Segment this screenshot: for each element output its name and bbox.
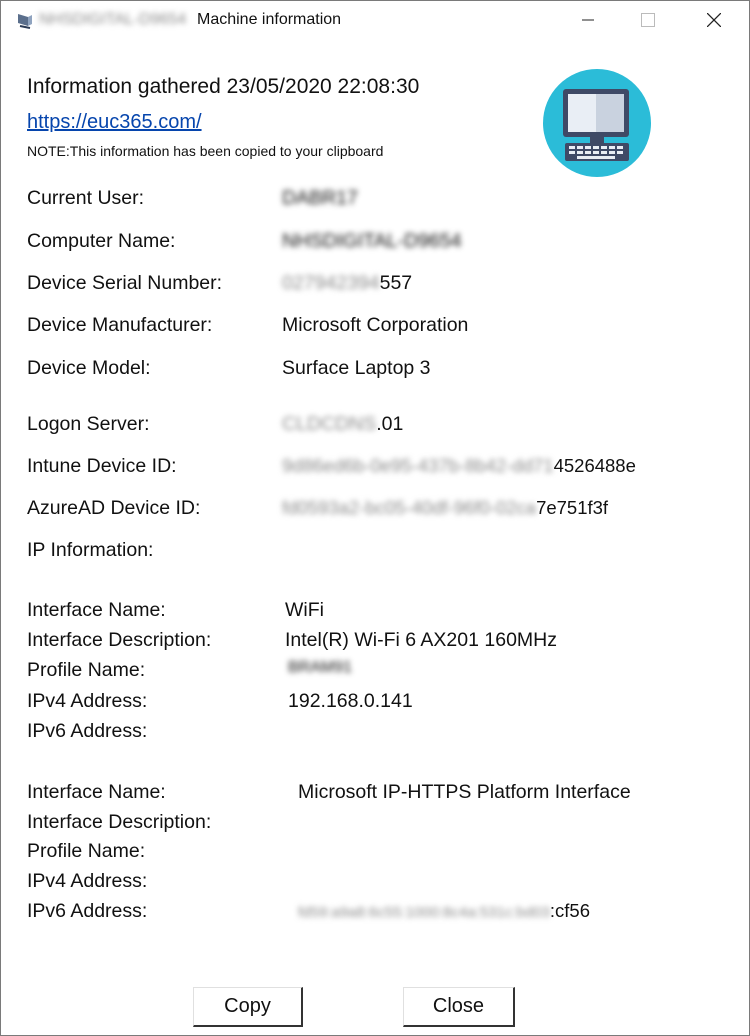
intune-device-id-visible-part: 4526488e <box>553 455 636 476</box>
serial-number-hidden-part: 027942394 <box>282 272 380 294</box>
azuread-device-id-hidden-part: fd0593a2-bc05-40df-96f0-02ca <box>282 497 537 518</box>
interface-1-description-value: Intel(R) Wi-Fi 6 AX201 160MHz <box>285 629 558 651</box>
azuread-device-id-label: AzureAD Device ID: <box>27 497 201 519</box>
current-user-label: Current User: <box>27 187 145 209</box>
interface-1-name-label: Interface Name: <box>27 599 166 621</box>
computer-name-label: Computer Name: <box>27 230 176 252</box>
intune-device-id-hidden-part: 9d86ed6b-0e95-437b-8b42-dd71 <box>282 455 554 476</box>
close-window-button[interactable] <box>691 1 737 39</box>
window-title-computer-name: NHSDIGITAL-D9654 <box>39 11 187 28</box>
serial-number-label: Device Serial Number: <box>27 272 223 294</box>
minimize-icon <box>582 19 594 21</box>
interface-1-ipv4-value: 192.168.0.141 <box>288 690 413 712</box>
interface-2-name-value: Microsoft IP-HTTPS Platform Interface <box>298 781 631 803</box>
logon-server-visible-part: .01 <box>376 413 404 435</box>
interface-2-ipv6-visible-part: :cf56 <box>549 900 590 921</box>
window-title: Machine information <box>197 11 342 28</box>
logon-server-label: Logon Server: <box>27 413 150 435</box>
current-user-value: DABR17 <box>282 187 358 209</box>
interface-2-ipv6-hidden-part: fd59:a9a8:6c55:1000:8c4a:531c:bd03 <box>298 904 550 921</box>
clipboard-note: NOTE:This information has been copied to… <box>27 143 384 159</box>
euc365-link[interactable]: https://euc365.com/ <box>27 111 202 134</box>
gathered-timestamp: Information gathered 23/05/2020 22:08:30 <box>27 75 420 98</box>
dialog-content: Information gathered 23/05/2020 22:08:30… <box>1 39 749 1035</box>
close-icon <box>707 13 721 27</box>
computer-name-value: NHSDIGITAL-D9654 <box>282 230 462 252</box>
serial-number-visible-part: 557 <box>379 272 413 294</box>
interface-2-profile-label: Profile Name: <box>27 840 146 862</box>
interface-2-description-label: Interface Description: <box>27 811 212 833</box>
interface-1-profile-label: Profile Name: <box>27 659 146 681</box>
interface-1-description-label: Interface Description: <box>27 629 212 651</box>
logon-server-value: CLDCDNS.01 <box>282 413 403 436</box>
maximize-button[interactable] <box>625 1 671 39</box>
manufacturer-label: Device Manufacturer: <box>27 314 213 336</box>
interface-2-name-label: Interface Name: <box>27 781 166 803</box>
device-model-value: Surface Laptop 3 <box>282 357 431 379</box>
interface-2-ipv6-value: fd59:a9a8:6c55:1000:8c4a:531c:bd03:cf56 <box>298 900 590 922</box>
computer-icon <box>543 69 651 177</box>
manufacturer-value: Microsoft Corporation <box>282 314 469 336</box>
logon-server-hidden-part: CLDCDNS <box>282 413 377 435</box>
interface-1-name-value: WiFi <box>285 599 324 621</box>
intune-device-id-label: Intune Device ID: <box>27 455 177 477</box>
azuread-device-id-value: fd0593a2-bc05-40df-96f0-02ca7e751f3f <box>282 497 608 519</box>
ip-information-label: IP Information: <box>27 539 154 561</box>
intune-device-id-value: 9d86ed6b-0e95-437b-8b42-dd714526488e <box>282 455 636 477</box>
interface-1-ipv6-label: IPv6 Address: <box>27 720 148 742</box>
azuread-device-id-visible-part: 7e751f3f <box>536 497 609 518</box>
serial-number-value: 027942394557 <box>282 272 412 295</box>
app-icon <box>18 14 32 29</box>
maximize-icon <box>641 13 655 27</box>
interface-2-ipv4-label: IPv4 Address: <box>27 870 148 892</box>
machine-information-window: NHSDIGITAL-D9654 Machine information Inf… <box>0 0 750 1036</box>
close-button[interactable]: Close <box>403 987 515 1027</box>
interface-1-profile-value: BRAM91 <box>288 659 353 676</box>
copy-button[interactable]: Copy <box>193 987 303 1027</box>
interface-2-ipv6-label: IPv6 Address: <box>27 900 148 922</box>
interface-1-ipv4-label: IPv4 Address: <box>27 690 148 712</box>
title-bar[interactable]: NHSDIGITAL-D9654 Machine information <box>1 1 749 39</box>
device-model-label: Device Model: <box>27 357 151 379</box>
minimize-button[interactable] <box>565 1 611 39</box>
